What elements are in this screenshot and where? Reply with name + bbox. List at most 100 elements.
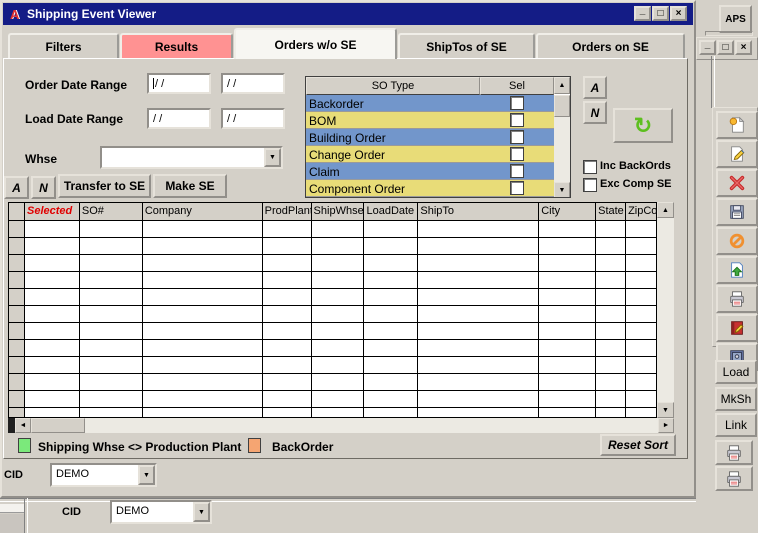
grid-cell[interactable] (80, 272, 143, 289)
grid-cell[interactable] (143, 255, 263, 272)
load-date-to-input[interactable]: / / (221, 108, 285, 129)
row-header-cell[interactable] (9, 289, 25, 306)
grid-scroll-down-icon[interactable]: ▼ (657, 402, 674, 418)
row-header-cell[interactable] (9, 221, 25, 238)
edit-document-button[interactable] (716, 140, 758, 168)
grid-cell[interactable] (312, 255, 365, 272)
grid-cell[interactable] (263, 306, 312, 323)
grid-cell[interactable] (539, 238, 596, 255)
so-type-row[interactable]: Building Order (306, 129, 554, 146)
make-se-button[interactable]: Make SE (153, 174, 227, 198)
grid-cell[interactable] (596, 221, 626, 238)
grid-cell[interactable] (80, 323, 143, 340)
grid-cell[interactable] (263, 357, 312, 374)
grid-cell[interactable] (418, 391, 539, 408)
inc-backords-checkbox[interactable] (583, 160, 597, 174)
grid-cell[interactable] (312, 323, 365, 340)
order-date-from-input[interactable]: / / (147, 73, 211, 94)
grid-cell[interactable] (263, 221, 312, 238)
table-row[interactable] (9, 221, 657, 238)
grid-cell[interactable] (25, 374, 80, 391)
grid-cell[interactable] (364, 374, 418, 391)
grid-cell[interactable] (312, 306, 365, 323)
tab-orders-on-se[interactable]: Orders on SE (536, 33, 685, 59)
grid-cell[interactable] (25, 391, 80, 408)
grid-cell[interactable] (25, 323, 80, 340)
grid-cell[interactable] (418, 255, 539, 272)
grid-cell[interactable] (80, 391, 143, 408)
save-button[interactable] (716, 198, 758, 226)
grid-cell[interactable] (263, 323, 312, 340)
so-scroll-thumb[interactable] (554, 95, 570, 117)
so-scroll-up-icon[interactable]: ▲ (554, 77, 570, 94)
grid-column-header[interactable]: SO# (80, 203, 143, 221)
grid-cell[interactable] (539, 357, 596, 374)
table-row[interactable] (9, 357, 657, 374)
table-row[interactable] (9, 408, 657, 418)
grid-cell[interactable] (626, 357, 657, 374)
tab-filters[interactable]: Filters (8, 33, 119, 59)
so-type-row[interactable]: Backorder (306, 95, 554, 112)
grid-cell[interactable] (263, 272, 312, 289)
grid-cell[interactable] (143, 221, 263, 238)
chevron-down-icon[interactable]: ▼ (264, 148, 281, 167)
grid-cell[interactable] (143, 272, 263, 289)
grid-cell[interactable] (539, 391, 596, 408)
so-select-all-button[interactable]: A (583, 76, 607, 99)
grid-cell[interactable] (364, 408, 418, 418)
grid-scroll-up-icon[interactable]: ▲ (657, 202, 674, 218)
print-button[interactable] (716, 285, 758, 313)
grid-cell[interactable] (596, 340, 626, 357)
grid-cell[interactable] (143, 340, 263, 357)
grid-cell[interactable] (418, 289, 539, 306)
select-all-button[interactable]: A (4, 176, 29, 199)
grid-cell[interactable] (418, 238, 539, 255)
grid-cell[interactable] (80, 306, 143, 323)
so-scroll-down-icon[interactable]: ▼ (554, 182, 570, 198)
grid-cell[interactable] (418, 374, 539, 391)
grid-cell[interactable] (143, 357, 263, 374)
grid-cell[interactable] (263, 289, 312, 306)
so-type-column-header[interactable]: SO Type (306, 77, 480, 95)
grid-hscrollbar[interactable]: ◄ ► (15, 418, 674, 433)
grid-cell[interactable] (80, 408, 143, 418)
grid-column-header[interactable]: Selected (25, 203, 80, 221)
grid-cell[interactable] (263, 255, 312, 272)
tab-shiptos-of-se[interactable]: ShipTos of SE (398, 33, 535, 59)
sel-column-header[interactable]: Sel (480, 77, 554, 95)
grid-cell[interactable] (312, 408, 365, 418)
so-type-row[interactable]: Claim (306, 163, 554, 180)
grid-cell[interactable] (25, 255, 80, 272)
so-type-checkbox[interactable] (510, 147, 524, 161)
grid-cell[interactable] (626, 374, 657, 391)
grid-cell[interactable] (626, 289, 657, 306)
grid-cell[interactable] (364, 323, 418, 340)
grid-scroll-left-icon[interactable]: ◄ (15, 418, 31, 433)
journal-button[interactable] (716, 314, 758, 342)
grid-cell[interactable] (626, 408, 657, 418)
grid-cell[interactable] (263, 238, 312, 255)
grid-cell[interactable] (539, 340, 596, 357)
print-button-2[interactable] (715, 466, 753, 491)
grid-cell[interactable] (364, 272, 418, 289)
mksh-button[interactable]: MkSh (715, 387, 757, 411)
chevron-down-icon[interactable]: ▼ (138, 465, 155, 485)
table-row[interactable] (9, 391, 657, 408)
grid-cell[interactable] (626, 391, 657, 408)
grid-cell[interactable] (596, 238, 626, 255)
grid-column-header[interactable]: ShipWhse (312, 203, 365, 221)
grid-cell[interactable] (364, 391, 418, 408)
table-row[interactable] (9, 289, 657, 306)
row-header-cell[interactable] (9, 374, 25, 391)
so-scrollbar[interactable]: ▼ (554, 95, 570, 198)
grid-cell[interactable] (364, 221, 418, 238)
grid-cell[interactable] (418, 221, 539, 238)
grid-column-header[interactable]: Company (143, 203, 263, 221)
child-minimize-button[interactable]: _ (699, 40, 716, 55)
grid-cell[interactable] (626, 306, 657, 323)
grid-cell[interactable] (143, 391, 263, 408)
grid-cell[interactable] (143, 289, 263, 306)
table-row[interactable] (9, 374, 657, 391)
grid-cell[interactable] (80, 238, 143, 255)
chevron-down-icon[interactable]: ▼ (193, 502, 210, 522)
